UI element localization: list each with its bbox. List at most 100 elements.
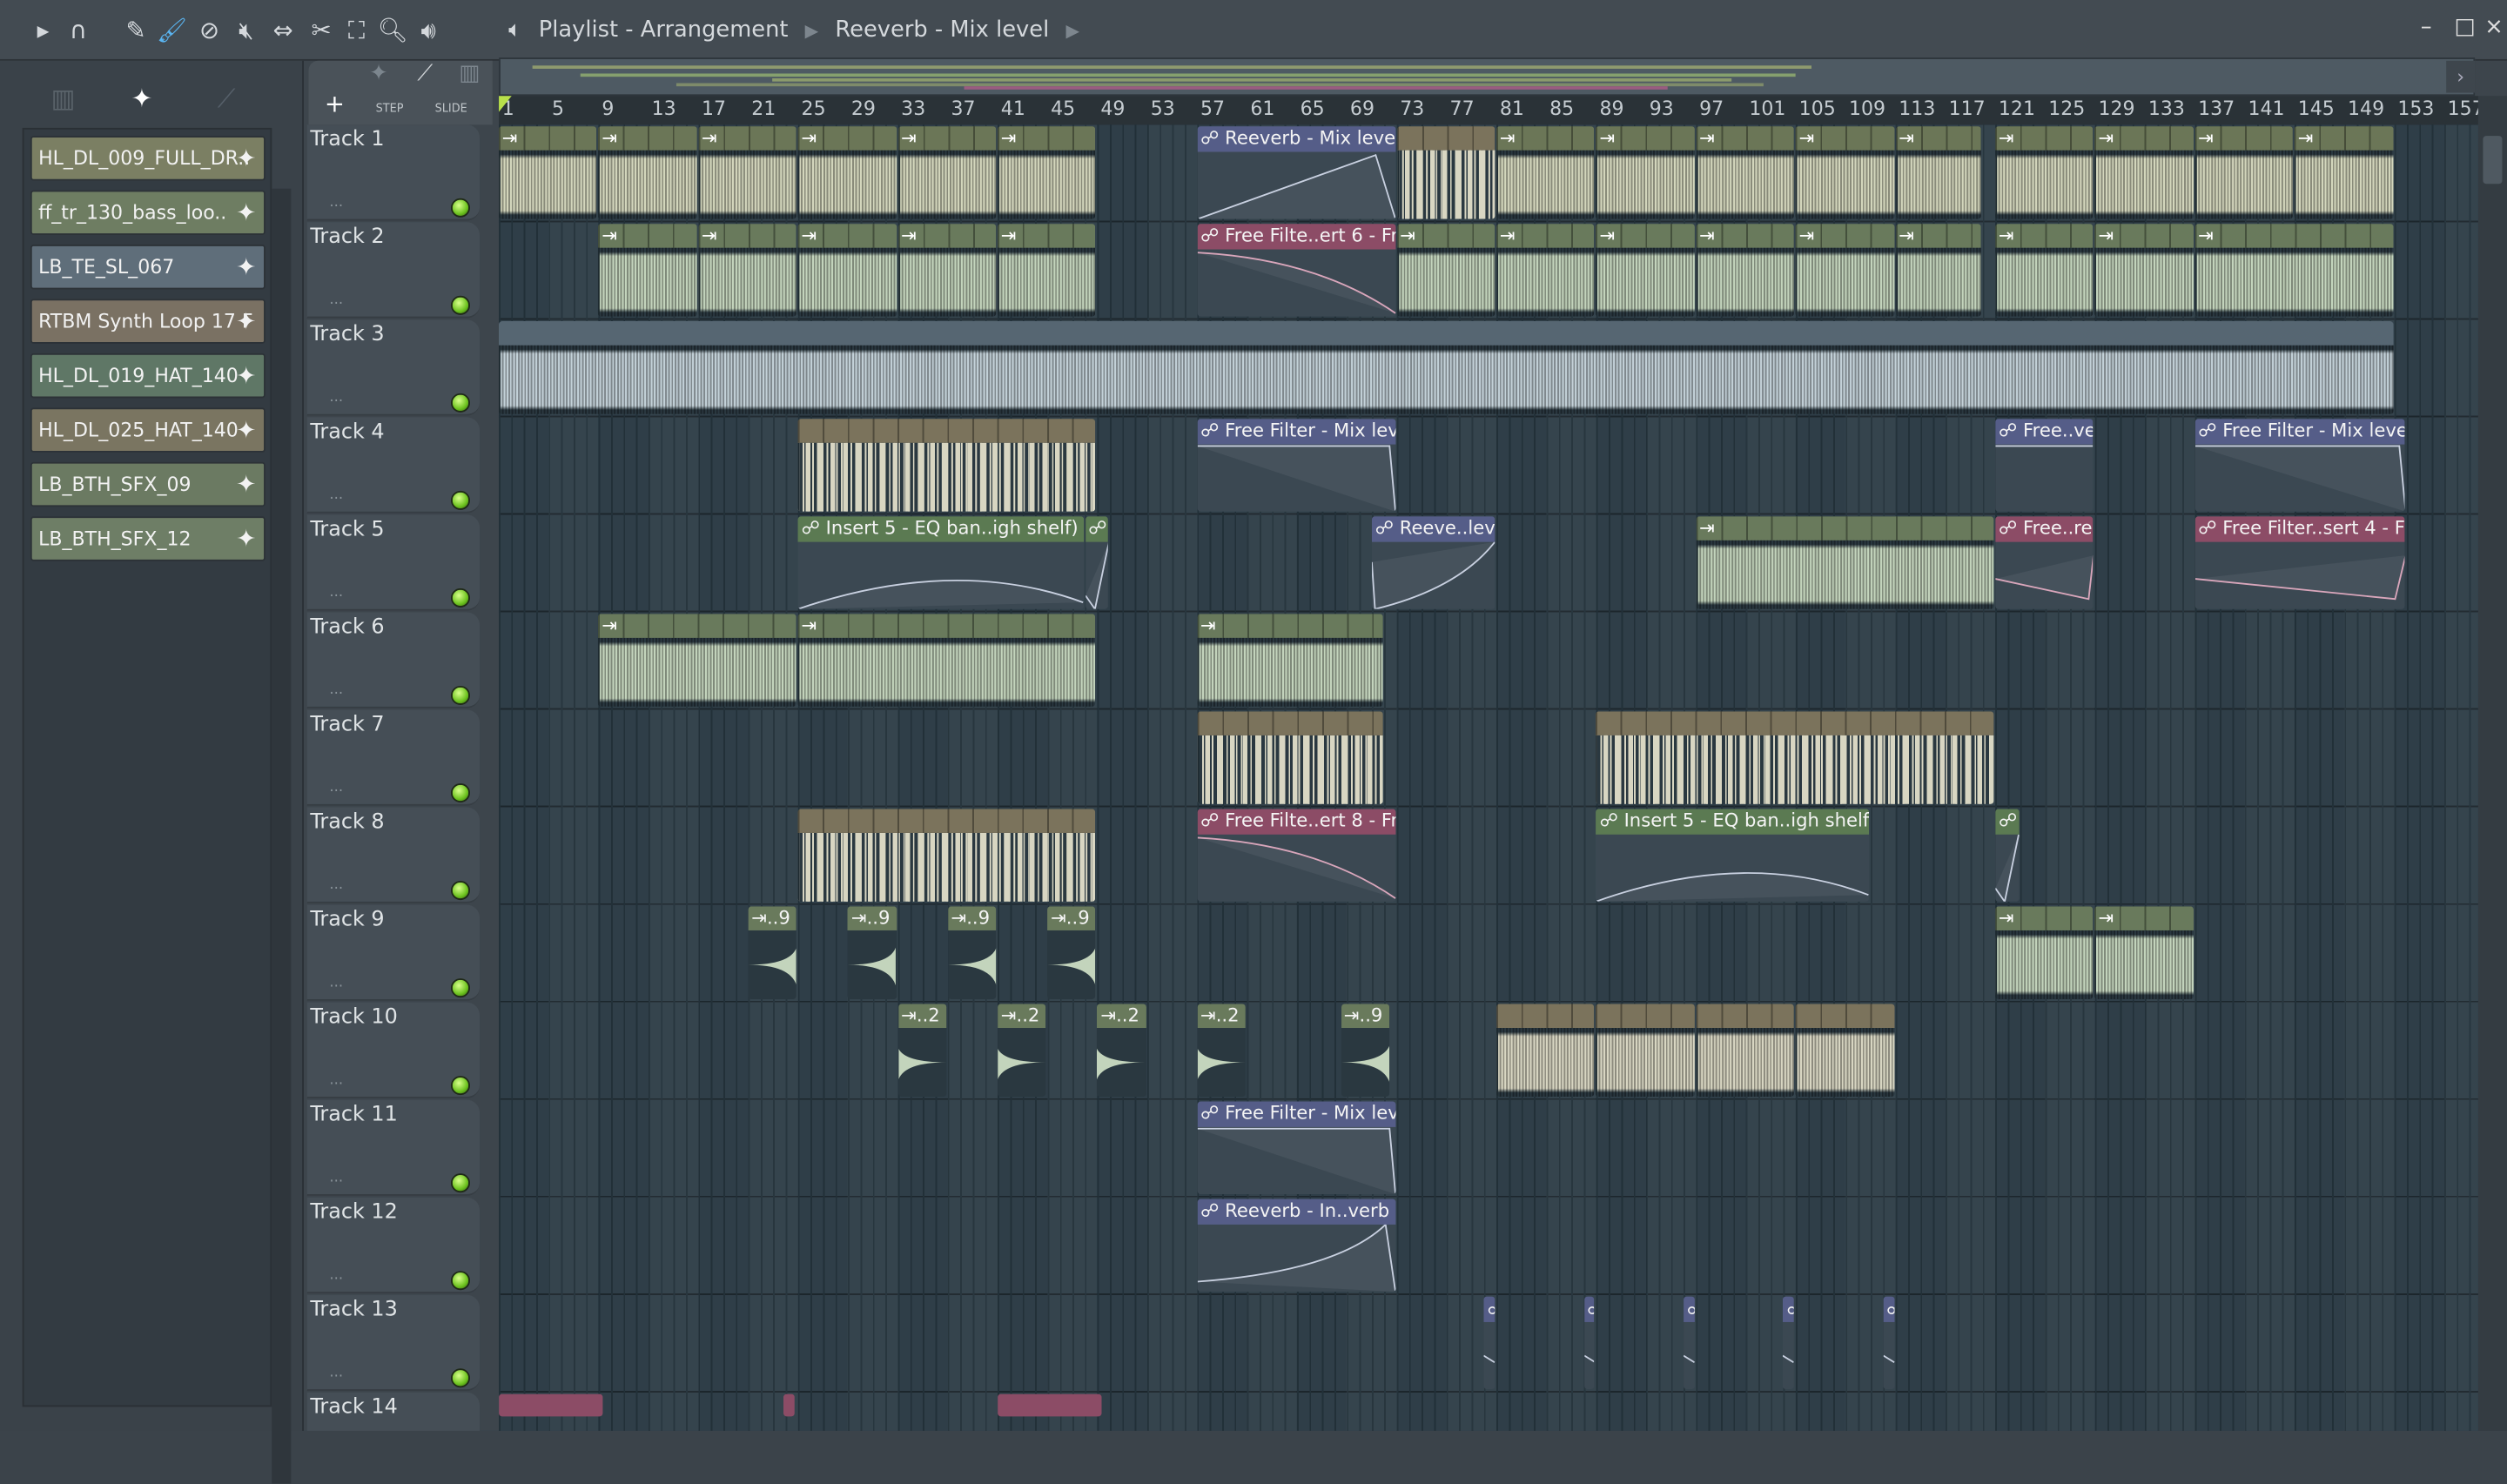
automation-clip[interactable]: ☍ Free Filter - Mix level [2194, 419, 2406, 512]
browser-clip-item[interactable]: ff_tr_130_bass_loo.. ✦ [30, 190, 265, 235]
audio-clip[interactable]: ⇥ [1596, 224, 1695, 317]
track-header[interactable]: Track 4... [306, 417, 481, 514]
audio-clip[interactable] [797, 419, 1096, 512]
clip-header[interactable] [1396, 126, 1495, 151]
scrollbar-thumb[interactable] [2483, 136, 2503, 185]
clip-header[interactable]: ☍ [1583, 1296, 1595, 1322]
clip-header[interactable]: ☍ Free Filte..ert 8 - Freq [1197, 809, 1395, 835]
audio-clip[interactable]: ⇥ [897, 126, 997, 219]
clip-header[interactable]: ⇥ [1696, 126, 1795, 151]
browser-clip-item[interactable]: LB_BTH_SFX_12 ✦ [30, 516, 265, 561]
track-header[interactable]: Track 8... [306, 807, 481, 903]
clip-header[interactable] [783, 1393, 795, 1417]
track-name[interactable]: Track 5 [310, 518, 384, 542]
audio-clip[interactable]: ⇥ [1795, 126, 1894, 219]
audio-clip[interactable]: ⇥ [797, 614, 1096, 707]
select-tool-icon[interactable]: ⛶ [342, 16, 371, 44]
vertical-scrollbar[interactable] [2477, 96, 2507, 1431]
clip-header[interactable]: ☍ [1483, 1296, 1495, 1322]
close-button[interactable]: × [2484, 15, 2504, 40]
track-header[interactable]: Track 11... [306, 1099, 481, 1196]
automation-tab-icon[interactable]: ⟋ [218, 84, 236, 116]
audio-clip[interactable]: ⇥..9 [1047, 906, 1096, 999]
audio-clip[interactable]: ⇥ [797, 224, 897, 317]
audio-clips-tab-icon[interactable]: ✦ [131, 84, 153, 114]
audio-clip[interactable]: ⇥ [598, 126, 697, 219]
track-options-dots[interactable]: ... [329, 195, 343, 211]
clip-header[interactable]: ⇥ [1995, 906, 2094, 930]
automation-clip[interactable]: ☍ Insert 5 - EQ ban..igh shelf) level [1596, 809, 1870, 902]
automation-clip[interactable] [998, 1393, 1103, 1417]
clip-header[interactable]: ⇥ [2194, 224, 2393, 248]
audio-clip[interactable]: ⇥ [1696, 126, 1795, 219]
audio-clip[interactable]: ⇥ [1795, 224, 1894, 317]
clip-header[interactable]: ⇥..2 [998, 1004, 1046, 1029]
track-name[interactable]: Track 10 [310, 1005, 397, 1030]
audio-clip[interactable]: ⇥ [1197, 614, 1383, 707]
clip-header[interactable] [499, 1393, 603, 1417]
track-options-dots[interactable]: ... [329, 1170, 343, 1185]
audio-filter-icon[interactable]: ✦ [369, 61, 388, 86]
clip-header[interactable]: ⇥ [797, 614, 1096, 638]
clip-header[interactable]: ⇥ [2194, 126, 2294, 151]
track-name[interactable]: Track 1 [310, 128, 384, 152]
track-header[interactable]: Track 14... [306, 1392, 481, 1431]
automation-clip[interactable] [783, 1393, 795, 1417]
track-mute-led[interactable] [450, 685, 470, 705]
zoom-tool-icon[interactable]: 🔍︎ [377, 16, 407, 44]
track-name[interactable]: Track 13 [310, 1298, 397, 1322]
clip-header[interactable]: ⇥..9 [947, 906, 997, 930]
audio-clip[interactable]: ⇥ [2194, 126, 2294, 219]
clip-header[interactable]: ⇥ [998, 126, 1096, 151]
audio-clip[interactable]: ⇥ [2094, 224, 2194, 317]
add-track-button[interactable]: + [325, 90, 345, 118]
track-name[interactable]: Track 9 [310, 908, 384, 932]
piano-roll-tab-icon[interactable]: ▥ [51, 84, 76, 114]
step-toggle[interactable]: STEP [376, 103, 404, 116]
audio-clip[interactable]: ⇥..2 [998, 1004, 1046, 1097]
track-options-dots[interactable]: ... [329, 975, 343, 990]
track-name[interactable]: Track 12 [310, 1200, 397, 1225]
clip-header[interactable]: ☍ Free Filte..ert 6 - Freq [1197, 224, 1395, 250]
browser-clip-item[interactable]: RTBM Synth Loop 17 F ✦ [30, 299, 265, 344]
clip-header[interactable]: ⇥ [1596, 126, 1695, 151]
automation-clip[interactable]: ☍ [1883, 1296, 1894, 1390]
arrangement-overview[interactable] [499, 57, 2476, 97]
clip-header[interactable]: ⇥ [598, 224, 697, 248]
automation-clip[interactable]: ☍ Free Filte..ert 6 - Freq [1197, 224, 1395, 317]
audio-clip[interactable] [1596, 711, 1994, 804]
automation-clip[interactable]: ☍ [1583, 1296, 1595, 1390]
scroll-right-button[interactable]: › [2446, 60, 2476, 93]
audio-clip[interactable]: ⇥ [1895, 126, 1982, 219]
track-header[interactable]: Track 5... [306, 514, 481, 611]
browser-clip-item[interactable]: HL_DL_019_HAT_140 ✦ [30, 353, 265, 399]
browser-scrollbar[interactable] [272, 188, 292, 1484]
audio-clip[interactable]: ⇥..9 [1341, 1004, 1389, 1097]
clip-header[interactable] [1696, 1004, 1795, 1029]
delete-tool-icon[interactable]: ⊘ [195, 16, 224, 44]
automation-clip[interactable]: ☍ Insert 5 - EQ ban..igh shelf) level [797, 516, 1084, 609]
audio-clip[interactable]: ⇥ [698, 126, 797, 219]
breadcrumb-current[interactable]: Reeverb - Mix level [835, 17, 1049, 43]
clip-header[interactable] [1197, 711, 1383, 735]
track-mute-led[interactable] [450, 1076, 470, 1096]
audio-clip[interactable]: ⇥..9 [748, 906, 797, 999]
clip-header[interactable]: ☍ Free Filter - Mix level [1197, 1101, 1395, 1127]
clip-header[interactable]: ⇥..9 [1047, 906, 1096, 930]
automation-clip[interactable]: ☍ Reeverb - In..verb [1197, 1199, 1395, 1293]
clip-header[interactable]: ⇥..2 [1197, 1004, 1246, 1029]
clip-header[interactable]: ☍ [1684, 1296, 1695, 1322]
audio-clip[interactable]: ⇥ [2295, 126, 2393, 219]
maximize-button[interactable]: □ [2454, 15, 2475, 40]
automation-clip[interactable]: ☍ Reeverb - Mix level [1197, 126, 1395, 219]
audio-clip[interactable]: ⇥ [1995, 224, 2094, 317]
track-mute-led[interactable] [450, 881, 470, 901]
slide-toggle[interactable]: SLIDE [435, 103, 467, 116]
clip-header[interactable]: ⇥ [1895, 224, 1982, 248]
mute-tool-icon[interactable]: 🔇︎ [232, 16, 260, 44]
audio-clip[interactable]: ⇥ [698, 224, 797, 317]
automation-filter-icon[interactable]: ⟋ [417, 61, 433, 86]
track-header[interactable]: Track 9... [306, 904, 481, 1001]
track-options-dots[interactable]: ... [329, 877, 343, 893]
speaker-icon[interactable]: 🔈︎ [508, 17, 521, 43]
